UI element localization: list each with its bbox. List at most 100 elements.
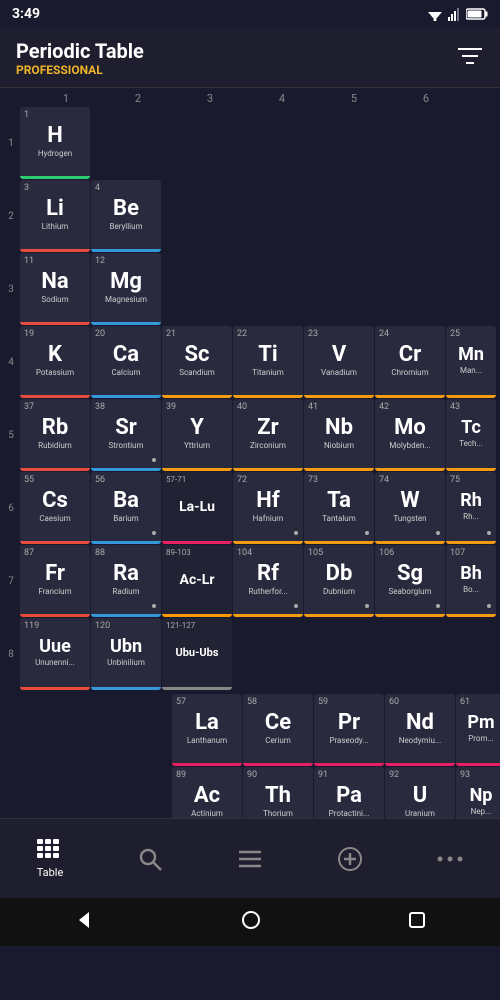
element-Cr[interactable]: 24 Cr Chromium <box>375 326 445 398</box>
row-7-cells: 87 Fr Francium 88 Ra Radium 89-103 Ac-Lr… <box>20 545 496 617</box>
cell-empty <box>30 694 100 766</box>
nav-table[interactable]: Table <box>10 838 90 879</box>
element-Be[interactable]: 4 Be Beryllium <box>91 180 161 252</box>
back-button[interactable] <box>73 909 95 935</box>
element-Sg[interactable]: 106 Sg Seaborgium <box>375 545 445 617</box>
row-2-cells: 3 Li Lithium 4 Be Beryllium <box>20 180 445 252</box>
row-num-7: 7 <box>2 576 20 587</box>
nav-search[interactable] <box>110 846 190 872</box>
col-1: 1 <box>30 92 102 105</box>
element-Na[interactable]: 11 Na Sodium <box>20 253 90 325</box>
cell-empty <box>30 767 100 818</box>
row-num-4: 4 <box>2 357 20 368</box>
back-icon <box>73 909 95 931</box>
nav-more[interactable] <box>410 854 490 864</box>
android-nav <box>0 898 500 946</box>
element-Ca[interactable]: 20 Ca Calcium <box>91 326 161 398</box>
element-W[interactable]: 74 W Tungsten <box>375 472 445 544</box>
pt-row-1: 1 1 H Hydrogen <box>2 107 498 179</box>
add-circle-icon <box>336 845 364 873</box>
element-Sr[interactable]: 38 Sr Strontium <box>91 399 161 471</box>
nav-list[interactable] <box>210 848 290 870</box>
table-icon <box>36 838 64 862</box>
element-Ubu-Ubs[interactable]: 121-127 Ubu-Ubs <box>162 618 232 690</box>
element-Np[interactable]: 93 Np Nep... <box>456 767 500 818</box>
element-Ra[interactable]: 88 Ra Radium <box>91 545 161 617</box>
app-title-main: Periodic Table <box>16 39 144 63</box>
col-4: 4 <box>246 92 318 105</box>
pt-row-5: 5 37 Rb Rubidium 38 Sr Strontium 39 Y Yt… <box>2 399 498 471</box>
pt-row-8: 8 119 Uue Ununenni... 120 Ubn Unbinilium… <box>2 618 498 690</box>
nav-table-label: Table <box>37 866 64 879</box>
cell-empty <box>162 107 232 179</box>
row-num-8: 8 <box>2 649 20 660</box>
row-num-6: 6 <box>2 503 20 514</box>
status-time: 3:49 <box>12 6 40 22</box>
element-K[interactable]: 19 K Potassium <box>20 326 90 398</box>
cell-empty <box>233 253 303 325</box>
cell-empty <box>162 180 232 252</box>
element-Pr[interactable]: 59 Pr Praseody... <box>314 694 384 766</box>
element-Ti[interactable]: 22 Ti Titanium <box>233 326 303 398</box>
element-Cs[interactable]: 55 Cs Caesium <box>20 472 90 544</box>
element-Db[interactable]: 105 Db Dubnium <box>304 545 374 617</box>
element-La-Lu[interactable]: 57-71 La-Lu <box>162 472 232 544</box>
battery-icon <box>466 8 488 20</box>
element-Nb[interactable]: 41 Nb Niobium <box>304 399 374 471</box>
nav-add[interactable] <box>310 845 390 873</box>
element-V[interactable]: 23 V Vanadium <box>304 326 374 398</box>
element-Bh[interactable]: 107 Bh Bo... <box>446 545 496 617</box>
cell-empty <box>101 694 171 766</box>
element-Tc[interactable]: 43 Tc Tech... <box>446 399 496 471</box>
element-Sc[interactable]: 21 Sc Scandium <box>162 326 232 398</box>
home-button[interactable] <box>240 909 262 935</box>
cell-empty <box>375 180 445 252</box>
recents-button[interactable] <box>407 910 427 934</box>
element-Mg[interactable]: 12 Mg Magnesium <box>91 253 161 325</box>
top-bar: Periodic Table PROFESSIONAL <box>0 28 500 88</box>
search-icon <box>137 846 163 872</box>
element-Zr[interactable]: 40 Zr Zirconium <box>233 399 303 471</box>
element-Rh[interactable]: 75 Rh Rh... <box>446 472 496 544</box>
element-Th[interactable]: 90 Th Thorium <box>243 767 313 818</box>
element-Li[interactable]: 3 Li Lithium <box>20 180 90 252</box>
row-num-3: 3 <box>2 284 20 295</box>
element-Ce[interactable]: 58 Ce Cerium <box>243 694 313 766</box>
element-Ac-Lr[interactable]: 89-103 Ac-Lr <box>162 545 232 617</box>
element-Ubn[interactable]: 120 Ubn Unbinilium <box>91 618 161 690</box>
element-Mn[interactable]: 25 Mn Man... <box>446 326 496 398</box>
row-5-cells: 37 Rb Rubidium 38 Sr Strontium 39 Y Yttr… <box>20 399 496 471</box>
cell-empty <box>304 253 374 325</box>
bottom-nav: Table <box>0 818 500 898</box>
element-La[interactable]: 57 La Lanthanum <box>172 694 242 766</box>
element-Ta[interactable]: 73 Ta Tantalum <box>304 472 374 544</box>
column-headers: 1 2 3 4 5 6 <box>2 92 498 105</box>
element-Ac[interactable]: 89 Ac Actinium <box>172 767 242 818</box>
element-Hf[interactable]: 72 Hf Hafnium <box>233 472 303 544</box>
element-Rf[interactable]: 104 Rf Rutherfor... <box>233 545 303 617</box>
wifi-icon <box>426 7 444 21</box>
element-Nd[interactable]: 60 Nd Neodymiu... <box>385 694 455 766</box>
row-num-1: 1 <box>2 138 20 149</box>
element-Y[interactable]: 39 Y Yttrium <box>162 399 232 471</box>
col-3: 3 <box>174 92 246 105</box>
element-Pm[interactable]: 61 Pm Prom... <box>456 694 500 766</box>
lanthanide-row: 57 La Lanthanum 58 Ce Cerium 59 Pr Prase… <box>2 694 498 766</box>
row-3-cells: 11 Na Sodium 12 Mg Magnesium <box>20 253 445 325</box>
cell-empty <box>162 253 232 325</box>
element-Rb[interactable]: 37 Rb Rubidium <box>20 399 90 471</box>
filter-button[interactable] <box>456 45 484 71</box>
element-Fr[interactable]: 87 Fr Francium <box>20 545 90 617</box>
cell-empty <box>375 107 445 179</box>
status-bar: 3:49 <box>0 0 500 28</box>
cell-empty <box>101 767 171 818</box>
element-H[interactable]: 1 H Hydrogen <box>20 107 90 179</box>
row-num-5: 5 <box>2 430 20 441</box>
element-Mo[interactable]: 42 Mo Molybden... <box>375 399 445 471</box>
cell-empty <box>304 107 374 179</box>
element-Pa[interactable]: 91 Pa Protactini... <box>314 767 384 818</box>
element-U[interactable]: 92 U Uranium <box>385 767 455 818</box>
cell-empty <box>304 180 374 252</box>
element-Uue[interactable]: 119 Uue Ununenni... <box>20 618 90 690</box>
element-Ba[interactable]: 56 Ba Barium <box>91 472 161 544</box>
